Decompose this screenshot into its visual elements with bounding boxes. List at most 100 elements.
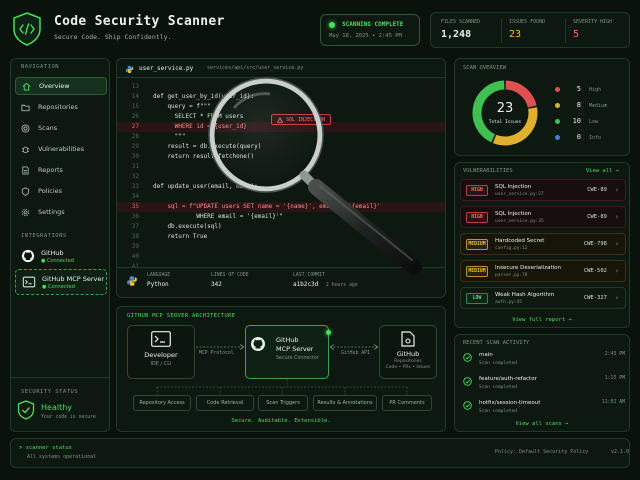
sidebar-item-scans[interactable]: Scans <box>15 119 107 137</box>
stat-value: 5 <box>573 29 580 40</box>
developer-node[interactable]: Developer IDE / CLI <box>127 325 195 379</box>
shield-icon <box>21 186 30 196</box>
capability-pr-comments: PR Comments <box>382 395 432 411</box>
integration-status: ● Connected <box>41 257 74 264</box>
folder-icon <box>21 104 30 111</box>
legend-label: Low <box>589 119 599 125</box>
footer-command: > scanner status <box>19 445 72 451</box>
meta-label: LANGUAGE <box>147 273 171 278</box>
sidebar-item-label: Vulnerabilities <box>38 145 84 153</box>
meta-value: Python <box>147 281 169 288</box>
code-filename[interactable]: user_service.py <box>139 65 193 72</box>
capability-scan-triggers: Scan Triggers <box>258 395 308 411</box>
terminal-icon <box>151 331 171 347</box>
scan-overview-panel: SCAN OVERVIEW 23 Total Issues 5 High 8 Medi… <box>454 58 630 156</box>
cwe-id: CWE-327 <box>583 295 607 301</box>
recent-scan-item[interactable]: main Scan completed 2:45 PM <box>463 351 625 373</box>
integrations-heading: INTEGRATIONS <box>21 233 67 239</box>
cwe-id: CWE-89 <box>587 214 607 220</box>
vulnerability-row[interactable]: LOW Weak Hash Algorithm auth.py:45 CWE-327 › <box>460 287 626 309</box>
vulnerability-row[interactable]: HIGH SQL Injection user_service.py:27 CWE-8… <box>460 179 626 201</box>
sidebar-item-label: Settings <box>38 208 65 216</box>
recent-scan-item[interactable]: feature/auth-refactor Scan completed 1:15 … <box>463 375 625 397</box>
sidebar-item-label: Policies <box>38 187 63 195</box>
stat-files-scanned: FILES SCANNED 1,248 <box>441 19 501 40</box>
status-dot <box>329 22 335 28</box>
line-number: 38 <box>131 233 139 240</box>
sidebar-item-repositories[interactable]: Repositories <box>15 98 107 116</box>
line-number: 28 <box>131 133 139 140</box>
sidebar-item-label: Reports <box>38 166 63 174</box>
mcp-server-node[interactable]: GitHub MCP Server Secure Connector <box>245 325 331 379</box>
severity-badge: MEDIUM <box>466 239 488 250</box>
mcp-server-sub: Secure Connector <box>276 356 319 361</box>
mcp-server-title: GitHub <box>276 336 299 344</box>
severity-badge: HIGH <box>466 212 488 223</box>
target-icon <box>21 123 30 133</box>
stat-value: 23 <box>509 29 522 40</box>
chevron-right-icon: › <box>614 267 619 275</box>
vulnerability-row[interactable]: MEDIUM Hardcoded Secret config.py:12 CWE-79… <box>460 233 626 255</box>
stat-divider <box>565 19 566 43</box>
view-full-report-link[interactable]: View full report → <box>455 317 629 323</box>
chevron-right-icon: › <box>614 186 619 194</box>
architecture-tagline: Secure. Auditable. Extensible. <box>231 418 331 424</box>
sidebar-divider <box>11 377 109 378</box>
shield-check-icon <box>17 400 35 420</box>
github-icon <box>21 249 35 263</box>
capability-repository-access: Repository Access <box>133 395 191 411</box>
vulnerability-row[interactable]: HIGH SQL Injection user_service.py:35 CWE-8… <box>460 206 626 228</box>
recent-scan-item[interactable]: hotfix/session-timeout Scan completed 11:0… <box>463 399 625 421</box>
integration-status: ● Connected <box>42 283 75 290</box>
home-icon <box>22 82 31 91</box>
view-all-vulnerabilities-link[interactable]: View all → <box>586 168 619 174</box>
line-number: 26 <box>131 113 139 120</box>
legend-count: 10 <box>572 117 581 125</box>
vulnerability-name: SQL Injection <box>495 184 532 190</box>
line-number: 15 <box>131 103 139 110</box>
architecture-panel: GITHUB MCP SERVER ARCHITECTURE Developer… <box>116 306 446 432</box>
legend-label: Info <box>589 135 602 141</box>
sidebar-item-label: Repositories <box>38 103 78 111</box>
stat-value: 1,248 <box>441 29 472 40</box>
view-all-scans-link[interactable]: View all scans → <box>455 421 629 427</box>
line-number: 33 <box>131 183 139 190</box>
overview-total: 23 <box>496 101 514 116</box>
stat-label: FILES SCANNED <box>441 19 481 25</box>
stats-bar: FILES SCANNED 1,248 ISSUES FOUND 23 SEVE… <box>430 12 630 48</box>
check-circle-icon <box>463 401 472 410</box>
commit-time: 2 hours ago <box>325 283 358 288</box>
integration-github-mcp-server[interactable]: GitHub MCP Server ● Connected <box>15 269 107 295</box>
line-number: 13 <box>131 83 139 90</box>
vulnerability-file: auth.py:45 <box>495 300 523 305</box>
vulnerability-name: Insecure Deserialization <box>495 265 562 271</box>
scan-status: Scan completed <box>479 385 517 390</box>
chevron-right-icon: › <box>614 294 619 302</box>
app-subtitle: Secure Code. Ship Confidently. <box>54 33 172 41</box>
footer-status: All systems operational <box>27 454 97 460</box>
severity-badge: HIGH <box>466 185 488 196</box>
link-label-mcp-protocol: MCP Protocol <box>199 351 234 356</box>
document-icon <box>22 165 29 175</box>
github-sub: Repositories <box>394 359 422 364</box>
severity-badge: LOW <box>466 293 488 304</box>
sidebar-item-vulnerabilities[interactable]: Vulnerabilities <box>15 140 107 158</box>
footer-version: v2.1.0 <box>611 449 630 455</box>
github-icon <box>251 337 265 351</box>
sidebar-item-policies[interactable]: Policies <box>15 182 107 200</box>
sidebar-item-reports[interactable]: Reports <box>15 161 107 179</box>
vulnerability-row[interactable]: MEDIUM Insecure Deserialization parser.py:… <box>460 260 626 282</box>
commit-hash[interactable]: a1b2c3d <box>293 281 318 288</box>
recent-heading: RECENT SCAN ACTIVITY <box>463 340 530 346</box>
sidebar-item-settings[interactable]: Settings <box>15 203 107 221</box>
github-repositories-node[interactable]: GitHub Repositories Code • PRs • Issues <box>379 325 437 379</box>
line-number: 31 <box>131 163 139 170</box>
sidebar-item-label: Overview <box>39 82 70 90</box>
mcp-server-title-2: MCP Server <box>276 345 314 353</box>
branch-name: hotfix/session-timeout <box>479 400 541 406</box>
cwe-id: CWE-502 <box>583 268 607 274</box>
integration-github[interactable]: GitHub ● Connected <box>15 243 107 269</box>
meta-language: LANGUAGE Python <box>147 273 170 288</box>
footer-policy[interactable]: Policy: Default Security Policy <box>495 449 588 455</box>
sidebar-item-overview[interactable]: Overview <box>15 77 107 95</box>
